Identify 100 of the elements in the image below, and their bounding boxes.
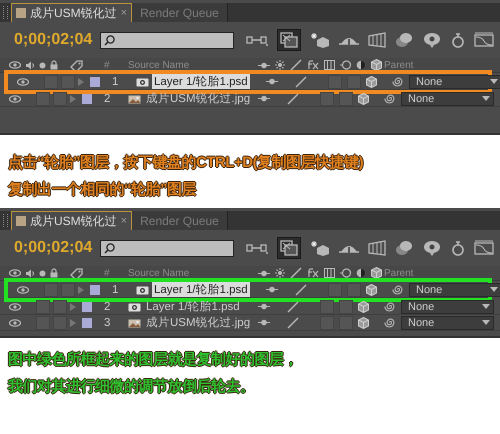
label-swatch[interactable] bbox=[90, 284, 100, 294]
eye-icon[interactable] bbox=[9, 318, 21, 326]
shy-switch-icon[interactable] bbox=[258, 303, 270, 310]
timecode[interactable]: 0;00;02;04 bbox=[14, 239, 100, 257]
eye-icon[interactable] bbox=[9, 94, 21, 102]
shy-switch-icon[interactable] bbox=[258, 62, 270, 68]
eye-icon[interactable] bbox=[9, 302, 21, 310]
lock-icon[interactable] bbox=[50, 60, 58, 70]
quality-slash-icon[interactable] bbox=[287, 92, 299, 104]
eye-icon[interactable] bbox=[17, 286, 29, 294]
sun-icon[interactable] bbox=[275, 60, 285, 70]
switch-box[interactable] bbox=[339, 92, 353, 106]
switch-box[interactable] bbox=[347, 74, 361, 88]
switch-box[interactable] bbox=[320, 300, 334, 314]
motion-blur-icon[interactable] bbox=[340, 268, 351, 278]
cube-icon[interactable] bbox=[371, 59, 382, 71]
parent-dropdown[interactable]: None bbox=[409, 74, 500, 88]
switch-box[interactable] bbox=[53, 300, 67, 314]
spiral-icon[interactable] bbox=[392, 76, 403, 87]
quality-slash-icon[interactable] bbox=[290, 267, 302, 279]
graph-editor-icon[interactable] bbox=[474, 32, 494, 48]
quality-slash-icon[interactable] bbox=[295, 76, 307, 88]
shy-switch-icon[interactable] bbox=[258, 95, 270, 102]
speaker-icon[interactable] bbox=[25, 60, 35, 70]
shy-switch-icon[interactable] bbox=[258, 319, 270, 326]
panel-grip[interactable] bbox=[3, 214, 8, 227]
quality-slash-icon[interactable] bbox=[287, 316, 299, 328]
label-swatch[interactable] bbox=[82, 94, 92, 104]
tab[interactable]: 成片USM锐化过 × bbox=[11, 211, 132, 230]
name-field[interactable]: Layer 1/轮胎1.psd bbox=[152, 282, 250, 297]
switch-box[interactable] bbox=[44, 74, 58, 88]
switch-box[interactable] bbox=[328, 74, 342, 88]
search-field[interactable] bbox=[100, 240, 234, 256]
parent-dropdown[interactable]: None bbox=[401, 316, 494, 330]
switch-box[interactable] bbox=[61, 282, 75, 296]
film-strip-icon[interactable] bbox=[368, 32, 386, 48]
sparkle-cube-icon[interactable] bbox=[310, 240, 330, 256]
layer-name[interactable]: 成片USM锐化过.jpg bbox=[144, 91, 252, 106]
close-button[interactable]: × bbox=[120, 7, 128, 19]
graph-editor-icon[interactable] bbox=[474, 240, 494, 256]
spiral-icon[interactable] bbox=[384, 301, 395, 312]
search-field[interactable] bbox=[100, 32, 234, 48]
spiral-icon[interactable] bbox=[392, 284, 403, 295]
layer-row[interactable]: 1 Layer 1/轮胎1.psd None bbox=[8, 74, 488, 90]
eye-icon[interactable] bbox=[9, 61, 21, 69]
bulb-icon[interactable] bbox=[422, 240, 442, 256]
layer-row[interactable]: 1 Layer 1/轮胎1.psd None bbox=[8, 282, 488, 298]
effects-icon[interactable] bbox=[307, 60, 319, 70]
effects-icon[interactable] bbox=[307, 268, 319, 278]
column-heading[interactable]: Parent bbox=[384, 60, 494, 70]
timecode[interactable]: 0;00;02;04 bbox=[14, 31, 100, 49]
label-swatch[interactable] bbox=[90, 76, 100, 86]
quality-slash-icon[interactable] bbox=[290, 59, 302, 71]
layer-name[interactable]: 成片USM锐化过.jpg bbox=[144, 315, 252, 330]
shy-switch-icon[interactable] bbox=[266, 78, 278, 85]
motion-blur-icon[interactable] bbox=[340, 60, 351, 70]
parent-dropdown[interactable]: None bbox=[409, 282, 500, 296]
shy-switch-icon[interactable] bbox=[258, 270, 270, 276]
spiral-icon[interactable] bbox=[384, 93, 395, 104]
layer-row[interactable]: 2 成片USM锐化过.jpg None bbox=[0, 91, 500, 107]
column-heading[interactable]: Parent bbox=[384, 268, 494, 278]
cube-icon[interactable] bbox=[366, 284, 377, 296]
column-heading[interactable]: # bbox=[98, 268, 128, 278]
quality-slash-icon[interactable] bbox=[287, 300, 299, 312]
sun-icon[interactable] bbox=[275, 268, 285, 278]
column-heading[interactable]: # bbox=[98, 60, 128, 70]
stopwatch-icon[interactable] bbox=[451, 240, 465, 256]
film-strip-icon[interactable] bbox=[368, 240, 386, 256]
switch-box[interactable] bbox=[339, 300, 353, 314]
toggle-button[interactable] bbox=[277, 237, 301, 259]
close-button[interactable]: × bbox=[120, 215, 128, 227]
frame-blend-icon[interactable] bbox=[324, 60, 335, 70]
cube-icon[interactable] bbox=[358, 300, 369, 312]
solo-dot-icon[interactable] bbox=[39, 62, 46, 68]
switch-box[interactable] bbox=[347, 282, 361, 296]
cube-icon[interactable] bbox=[366, 76, 377, 88]
layer-name[interactable]: Layer 1/轮胎1.psd bbox=[144, 299, 242, 314]
column-heading[interactable]: Source Name bbox=[128, 268, 254, 278]
speaker-icon[interactable] bbox=[25, 268, 35, 278]
disc-stack-icon[interactable] bbox=[395, 240, 413, 256]
eye-icon[interactable] bbox=[9, 269, 21, 277]
shy-switch-icon[interactable] bbox=[266, 286, 278, 293]
sparkle-cube-icon[interactable] bbox=[310, 32, 330, 48]
eye-icon[interactable] bbox=[17, 78, 29, 86]
parent-dropdown[interactable]: None bbox=[401, 300, 494, 314]
toggle-button[interactable] bbox=[277, 29, 301, 51]
switch-box[interactable] bbox=[36, 300, 50, 314]
cube-icon[interactable] bbox=[358, 316, 369, 328]
name-field[interactable]: Layer 1/轮胎1.psd bbox=[152, 74, 250, 89]
label-tag-icon[interactable] bbox=[70, 60, 84, 70]
label-swatch[interactable] bbox=[82, 318, 92, 328]
label-tag-icon[interactable] bbox=[70, 268, 84, 278]
layer-row[interactable]: 2 Layer 1/轮胎1.psd None bbox=[0, 299, 500, 315]
stopwatch-icon[interactable] bbox=[451, 32, 465, 48]
panel-grip[interactable] bbox=[3, 6, 8, 19]
cube-icon[interactable] bbox=[358, 92, 369, 104]
switch-box[interactable] bbox=[320, 92, 334, 106]
adjustment-icon[interactable] bbox=[356, 268, 366, 278]
spiral-icon[interactable] bbox=[384, 317, 395, 328]
column-heading[interactable]: Source Name bbox=[128, 60, 254, 70]
